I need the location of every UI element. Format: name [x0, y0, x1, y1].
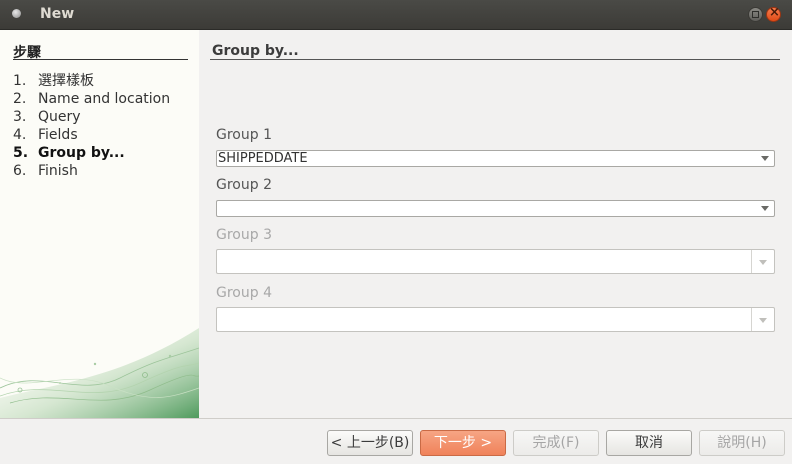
group4-dropdown-button	[751, 308, 774, 331]
maximize-icon[interactable]	[748, 7, 763, 22]
step-item-group-by: 5. Group by...	[13, 144, 170, 162]
group2-label: Group 2	[216, 177, 272, 193]
window-titlebar[interactable]: New	[0, 0, 792, 30]
steps-divider	[13, 59, 188, 60]
page-title: Group by...	[212, 43, 299, 59]
chevron-down-icon	[759, 318, 767, 323]
group3-select	[216, 249, 775, 274]
finish-button: 完成(F)	[513, 430, 599, 456]
step-number: 5.	[13, 145, 29, 161]
chevron-down-icon	[761, 156, 769, 161]
step-item-query: 3. Query	[13, 108, 170, 126]
window-title: New	[40, 6, 75, 22]
step-number: 4.	[13, 127, 27, 143]
group4-label: Group 4	[216, 285, 272, 301]
group2-dropdown-button[interactable]	[757, 201, 774, 216]
group1-select[interactable]: SHIPPEDDATE	[216, 150, 775, 167]
next-button[interactable]: 下一步 >	[420, 430, 506, 456]
step-label: Fields	[38, 127, 78, 143]
step-item-template: 1. 選擇樣板	[13, 72, 170, 90]
close-icon[interactable]	[766, 5, 781, 22]
cancel-button[interactable]: 取消	[606, 430, 692, 456]
decorative-swirl-graphic	[0, 328, 199, 418]
wizard-steps-panel: 步驟 1. 選擇樣板 2. Name and location 3. Query 4.…	[0, 30, 199, 418]
step-number: 6.	[13, 163, 27, 179]
step-label: Group by...	[38, 145, 125, 161]
step-number: 1.	[13, 73, 27, 89]
group1-dropdown-button[interactable]	[757, 151, 774, 166]
button-bar-divider	[0, 418, 792, 419]
app-menu-icon[interactable]	[12, 9, 21, 18]
step-label: Query	[38, 109, 81, 125]
step-item-fields: 4. Fields	[13, 126, 170, 144]
group3-dropdown-button	[751, 250, 774, 273]
chevron-down-icon	[761, 206, 769, 211]
group4-select	[216, 307, 775, 332]
group1-value: SHIPPEDDATE	[218, 151, 308, 166]
step-item-name-location: 2. Name and location	[13, 90, 170, 108]
back-button[interactable]: < 上一步(B)	[327, 430, 413, 456]
title-divider	[210, 59, 780, 60]
step-label: 選擇樣板	[38, 73, 94, 89]
chevron-down-icon	[759, 260, 767, 265]
step-label: Name and location	[38, 91, 171, 107]
help-button: 說明(H)	[699, 430, 785, 456]
group1-label: Group 1	[216, 127, 272, 143]
group2-select[interactable]	[216, 200, 775, 217]
step-number: 2.	[13, 91, 27, 107]
step-list: 1. 選擇樣板 2. Name and location 3. Query 4. Fie…	[13, 72, 170, 180]
step-item-finish: 6. Finish	[13, 162, 170, 180]
group3-label: Group 3	[216, 227, 272, 243]
step-number: 3.	[13, 109, 27, 125]
step-label: Finish	[38, 163, 78, 179]
